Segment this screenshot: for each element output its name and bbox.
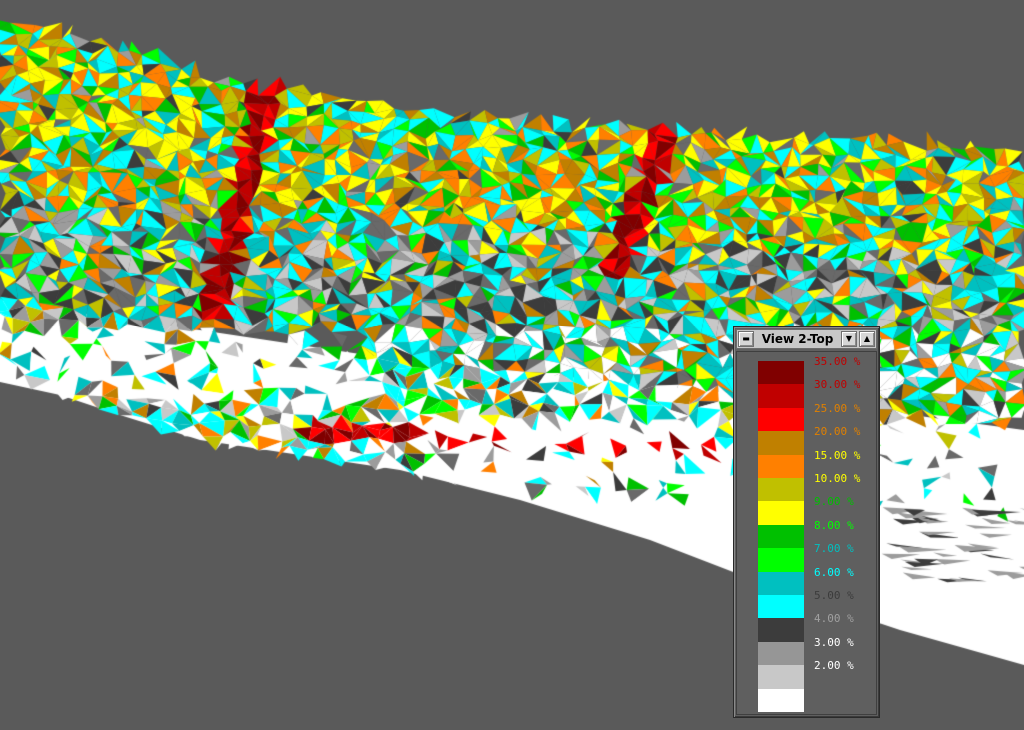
legend-label: 35.00 %	[814, 355, 861, 368]
legend-swatch	[758, 501, 804, 525]
legend-label: 4.00 %	[814, 612, 854, 626]
legend-label: 5.00 %	[814, 589, 854, 602]
legend-label: 8.00 %	[814, 518, 854, 532]
chevron-up-icon[interactable]: ▲	[859, 331, 875, 347]
legend-swatch	[758, 454, 804, 478]
chevron-down-icon[interactable]: ▼	[841, 331, 857, 347]
legend-label: 6.00 %	[814, 565, 854, 579]
legend-swatch	[758, 431, 804, 455]
menu-icon[interactable]: ▬	[738, 331, 754, 347]
legend-entry: 8.00 %	[737, 519, 877, 549]
legend-entry: 10.00 %	[737, 472, 877, 502]
legend-titlebar[interactable]: ▬ View 2-Top ▼ ▲	[736, 329, 877, 349]
legend-entry: 2.00 %	[737, 659, 877, 689]
legend-label: 25.00 %	[814, 401, 861, 415]
legend-entry: 3.00 %	[737, 636, 877, 666]
legend-swatch	[758, 407, 804, 432]
legend-window[interactable]: ▬ View 2-Top ▼ ▲ 35.00 % 30.00 % 25.00 % 20…	[733, 326, 880, 718]
legend-swatch	[758, 618, 804, 642]
legend-scale: 35.00 % 30.00 % 25.00 % 20.00 % 15.00 % 10.00…	[736, 351, 877, 715]
legend-label: 7.00 %	[814, 542, 854, 556]
legend-swatch	[758, 595, 804, 619]
legend-entry: 4.00 %	[737, 612, 877, 642]
legend-swatch	[758, 665, 804, 689]
legend-swatch	[758, 548, 804, 572]
legend-label: 10.00 %	[814, 472, 861, 485]
legend-swatch	[758, 361, 804, 385]
legend-entry: 7.00 %	[737, 542, 877, 572]
legend-label: 3.00 %	[814, 635, 854, 649]
legend-swatch	[758, 641, 804, 666]
legend-entry: 5.00 %	[737, 589, 877, 619]
legend-swatch	[758, 571, 804, 595]
legend-label: 15.00 %	[814, 448, 861, 462]
legend-entry: 6.00 %	[737, 566, 877, 595]
legend-swatch	[758, 384, 804, 408]
legend-entry: 9.00 %	[737, 495, 877, 525]
legend-swatch	[758, 524, 804, 549]
legend-title: View 2-Top	[761, 332, 834, 346]
legend-label: 2.00 %	[814, 659, 854, 673]
legend-swatch	[758, 688, 804, 712]
legend-label: 20.00 %	[814, 425, 861, 439]
legend-label: 30.00 %	[814, 378, 861, 392]
legend-entry	[737, 688, 877, 712]
legend-swatch	[758, 478, 804, 502]
legend-label: 9.00 %	[814, 495, 854, 509]
